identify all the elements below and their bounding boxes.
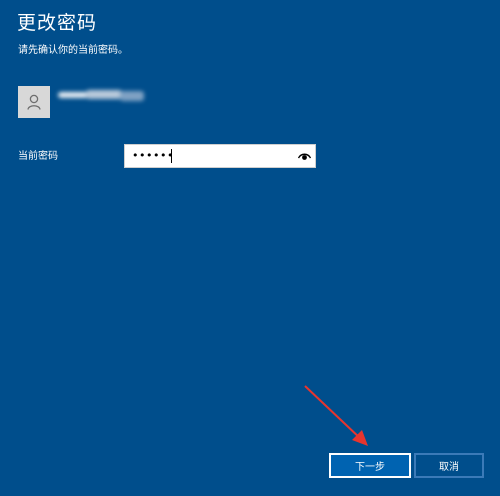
- cancel-button[interactable]: 取消: [414, 453, 484, 478]
- text-caret: [171, 149, 172, 163]
- user-avatar: [18, 86, 50, 118]
- current-password-field[interactable]: ••••••: [124, 144, 316, 168]
- user-icon: [27, 94, 41, 110]
- password-masked-value: ••••••: [132, 149, 174, 162]
- dialog-title: 更改密码: [17, 12, 98, 34]
- next-button[interactable]: 下一步: [329, 453, 411, 478]
- username-redacted: [58, 88, 146, 102]
- password-label: 当前密码: [18, 151, 58, 162]
- eye-icon: [297, 153, 311, 160]
- reveal-password-button[interactable]: [297, 150, 311, 162]
- annotation-arrow: [304, 385, 368, 446]
- dialog-subtitle: 请先确认你的当前密码。: [18, 45, 128, 56]
